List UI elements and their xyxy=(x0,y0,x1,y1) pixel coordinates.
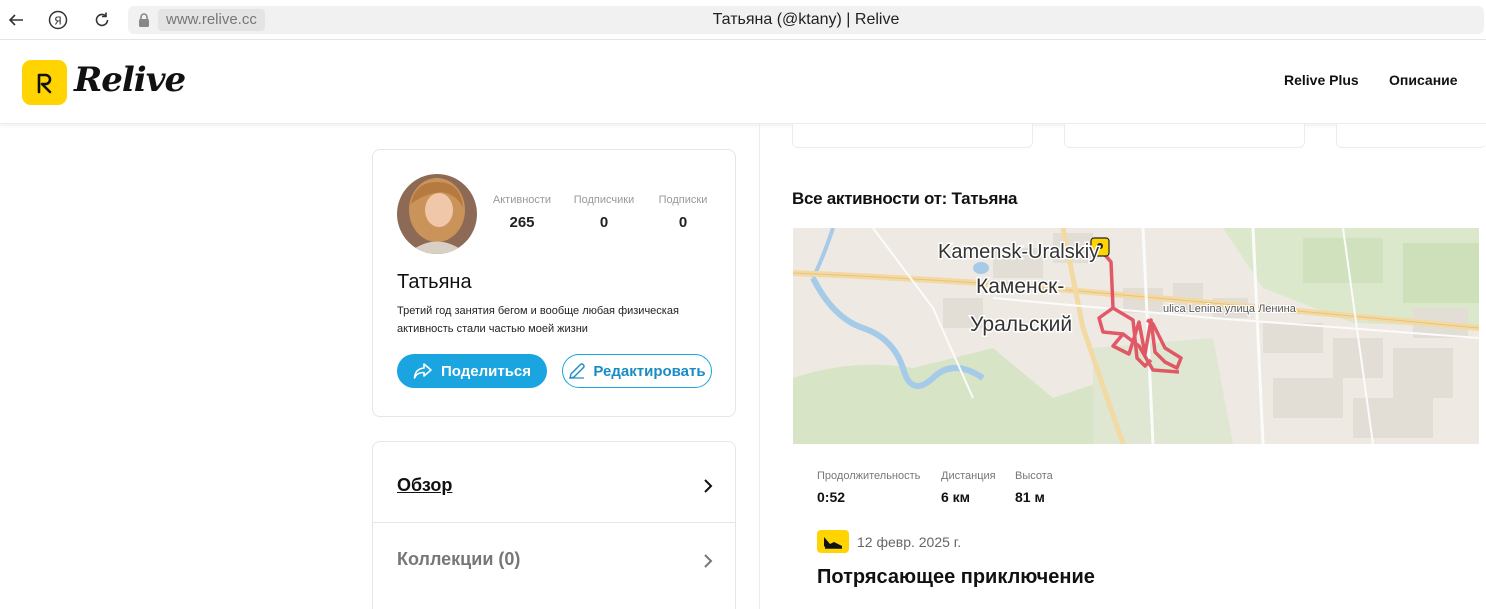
page-tab-title: Татьяна (@ktany) | Relive xyxy=(712,11,900,28)
map-label-city-ru-1: Каменск- xyxy=(976,275,1064,298)
yandex-icon[interactable]: Я xyxy=(46,8,70,32)
site-header: Relive Relive Plus Описание xyxy=(0,40,1486,124)
activity-map[interactable]: Kamensk-Uralskiy Каменск- Уральский ulic… xyxy=(793,228,1479,444)
profile-bio: Третий год занятия бегом и вообще любая … xyxy=(397,305,679,335)
metric-label: Дистанция xyxy=(941,470,996,482)
card-stub xyxy=(1336,124,1486,148)
relive-logo-icon[interactable] xyxy=(22,60,67,105)
back-icon[interactable] xyxy=(4,8,28,32)
stat-value: 0 xyxy=(678,214,688,231)
map-label-street: ulica Lenina улица Ленина xyxy=(1163,303,1297,315)
nav-link-relive-plus[interactable]: Relive Plus xyxy=(1284,72,1359,88)
stat-label: Подписки xyxy=(658,194,708,206)
column-divider xyxy=(759,124,760,609)
menu-item-collections[interactable]: Коллекции (0) xyxy=(373,523,735,603)
profile-name: Татьяна xyxy=(397,271,472,293)
avatar[interactable] xyxy=(397,174,477,254)
stat-value: 0 xyxy=(599,214,609,231)
relive-logo-text[interactable]: Relive xyxy=(74,60,186,100)
metric-duration: Продолжительность 0:52 xyxy=(817,470,920,505)
reload-icon[interactable] xyxy=(90,8,114,32)
metric-value: 81 м xyxy=(1015,489,1045,505)
lock-icon xyxy=(139,13,149,27)
metric-value: 0:52 xyxy=(817,489,846,505)
stat-activities[interactable]: Активности 265 xyxy=(487,194,557,231)
activity-title[interactable]: Потрясающее приключение xyxy=(817,566,1095,589)
stat-value: 265 xyxy=(509,214,535,231)
stat-label: Подписчики xyxy=(573,194,635,206)
menu-item-label: Коллекции (0) xyxy=(397,549,521,569)
metric-elevation: Высота 81 м xyxy=(1015,470,1053,505)
svg-text:Я: Я xyxy=(54,15,62,28)
pencil-icon xyxy=(569,363,586,379)
chevron-right-icon xyxy=(704,554,713,568)
map-label-city-ru-2: Уральский xyxy=(970,313,1072,336)
address-bar[interactable]: www.relive.cc Татьяна (@ktany) | Relive xyxy=(128,6,1484,34)
map-label-city-latin: Kamensk-Uralskiy xyxy=(938,241,1099,263)
stat-label: Активности xyxy=(492,194,552,206)
share-button-label: Поделиться xyxy=(440,362,532,380)
profile-menu: Обзор Коллекции (0) xyxy=(372,441,736,609)
share-button[interactable]: Поделиться xyxy=(397,354,547,388)
edit-button-label: Редактировать xyxy=(593,362,706,380)
url-text[interactable]: www.relive.cc xyxy=(158,9,265,31)
activities-section-title: Все активности от: Татьяна xyxy=(792,189,1018,208)
profile-card: Активности 265 Подписчики 0 Подписки 0 Т… xyxy=(372,149,736,417)
activity-date: 12 февр. 2025 г. xyxy=(857,534,962,550)
nav-link-description[interactable]: Описание xyxy=(1389,72,1458,88)
menu-item-label: Обзор xyxy=(397,475,453,495)
metric-label: Высота xyxy=(1015,470,1053,482)
card-stub xyxy=(1064,124,1305,148)
activity-card[interactable]: Продолжительность 0:52 Дистанция 6 км Вы… xyxy=(793,444,1479,609)
card-stub xyxy=(792,124,1033,148)
stat-following[interactable]: Подписки 0 xyxy=(651,194,715,231)
metric-distance: Дистанция 6 км xyxy=(941,470,996,505)
metric-label: Продолжительность xyxy=(817,470,921,482)
menu-item-overview[interactable]: Обзор xyxy=(373,442,735,522)
metric-value: 6 км xyxy=(941,489,971,505)
chevron-right-icon xyxy=(704,479,713,493)
share-icon xyxy=(413,363,432,379)
edit-profile-button[interactable]: Редактировать xyxy=(562,354,712,388)
running-shoe-icon xyxy=(817,530,849,553)
stat-followers[interactable]: Подписчики 0 xyxy=(567,194,641,231)
browser-toolbar: Я www.relive.cc Татьяна (@ktany) | Reliv… xyxy=(0,0,1486,40)
